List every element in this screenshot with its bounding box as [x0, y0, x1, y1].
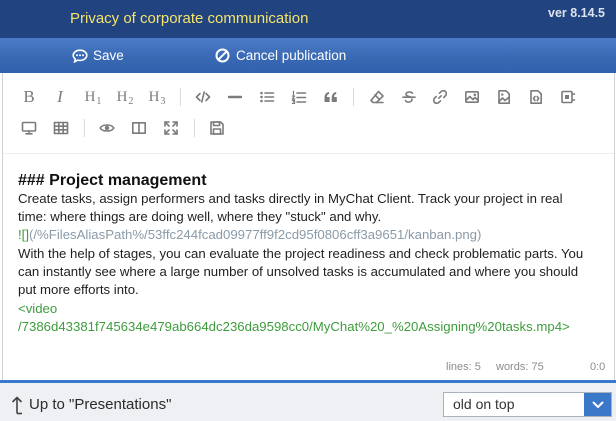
editor-text-line: time: where things are doing well, where…	[18, 209, 382, 225]
toolbar-separator	[84, 119, 85, 137]
link-button[interactable]	[426, 84, 454, 110]
side-by-side-icon	[131, 121, 146, 134]
heading-2-glyph: H	[116, 89, 128, 105]
fullscreen-icon	[164, 121, 178, 135]
word-count: words: 75	[496, 361, 544, 373]
heading-2-icon: H2	[116, 88, 134, 107]
eraser-icon	[370, 90, 384, 104]
toolbar-separator	[353, 88, 354, 106]
toggle-preview-button[interactable]	[93, 115, 121, 141]
quote-button[interactable]	[317, 84, 345, 110]
editor-heading-line: ### Project management	[18, 171, 207, 189]
code-icon	[195, 91, 211, 103]
horizontal-rule-icon	[227, 95, 243, 99]
strikethrough-button[interactable]	[395, 84, 423, 110]
cancel-circle-icon	[215, 48, 230, 63]
heading-1-button[interactable]: H1	[79, 84, 107, 110]
code-button[interactable]	[189, 84, 217, 110]
italic-icon: I	[57, 87, 63, 106]
version-label: ver 8.14.5	[548, 6, 605, 20]
heading-1-glyph: H	[84, 89, 96, 105]
insert-image-button[interactable]	[458, 84, 486, 110]
editor-text-line: can instantly see where a large number o…	[18, 263, 579, 279]
chat-bubble-icon	[72, 48, 88, 63]
save-button-label: Save	[93, 48, 124, 63]
insert-file-button[interactable]	[522, 84, 550, 110]
heading-3-glyph: H	[148, 89, 160, 105]
numbered-list-icon	[291, 90, 307, 104]
cursor-position: 0:0	[590, 361, 606, 373]
toolbar-separator	[194, 119, 195, 137]
chevron-down-icon[interactable]	[584, 393, 611, 416]
page-title: Privacy of corporate communication	[70, 10, 309, 27]
side-by-side-button[interactable]	[125, 115, 153, 141]
heading-2-button[interactable]: H2	[111, 84, 139, 110]
title-bar: Privacy of corporate communication ver 8…	[0, 0, 616, 38]
preview-button[interactable]	[15, 115, 43, 141]
cancel-publication-button[interactable]: Cancel publication	[215, 38, 346, 73]
image-alt-marker: ![]	[18, 227, 29, 243]
strikethrough-icon	[402, 91, 416, 103]
image-url: (/%FilesAliasPath%/53ffc244fcad09977ff9f…	[29, 227, 482, 243]
action-bar: Save Cancel publication	[0, 38, 616, 73]
editor-lines: ### Project management Create tasks, ass…	[18, 172, 583, 337]
editor-text-line: Create tasks, assign performers and task…	[18, 190, 563, 206]
bold-button[interactable]: B	[15, 84, 43, 110]
numbered-list-button[interactable]	[285, 84, 313, 110]
quote-icon	[324, 92, 337, 102]
sort-order-select[interactable]: old on top	[443, 392, 612, 417]
link-icon	[432, 89, 448, 105]
up-link-label: Up to "Presentations"	[29, 396, 172, 413]
up-to-presentations-link[interactable]: Up to "Presentations"	[11, 395, 171, 415]
cancel-button-label: Cancel publication	[236, 48, 347, 63]
footer-bar: Up to "Presentations" old on top	[0, 383, 616, 421]
save-button[interactable]: Save	[72, 38, 124, 73]
heading-1-level: 1	[96, 96, 102, 107]
eraser-button[interactable]	[363, 84, 391, 110]
line-count: lines: 5	[446, 361, 481, 373]
fullscreen-button[interactable]	[157, 115, 185, 141]
editor-status-bar: lines: 5 words: 75 0:0	[3, 354, 614, 380]
bullet-list-icon	[260, 91, 275, 103]
image-markdown-line: ![](/%FilesAliasPath%/53ffc244fcad09977f…	[18, 226, 583, 244]
upload-image-icon	[498, 90, 510, 104]
up-arrow-icon	[11, 396, 23, 415]
eye-icon	[99, 124, 115, 132]
monitor-icon	[21, 121, 37, 135]
video-tag-line: <video	[18, 300, 58, 316]
editor-text-line: put more efforts into.	[18, 282, 139, 298]
editor-text-line: With the help of stages, you can evaluat…	[18, 245, 584, 261]
insert-table-button[interactable]	[47, 115, 75, 141]
image-icon	[464, 90, 479, 103]
video-icon	[561, 90, 576, 104]
file-icon	[530, 90, 542, 104]
upload-image-button[interactable]	[490, 84, 518, 110]
bold-icon: B	[23, 87, 35, 106]
toolbar-separator	[180, 88, 181, 106]
video-tag-line: /7386d43381f745634e479ab664dc236da9598cc…	[18, 318, 570, 334]
save-draft-button[interactable]	[203, 115, 231, 141]
save-icon	[210, 121, 224, 135]
markdown-editor: B I H1 H2 H3 ### Project management Crea…	[2, 73, 615, 380]
heading-3-icon: H3	[148, 88, 166, 107]
heading-3-button[interactable]: H3	[143, 84, 171, 110]
bullet-list-button[interactable]	[253, 84, 281, 110]
heading-2-level: 2	[128, 96, 134, 107]
editor-content[interactable]: ### Project management Create tasks, ass…	[3, 154, 614, 354]
sort-order-value: old on top	[453, 396, 515, 412]
italic-button[interactable]: I	[46, 84, 74, 110]
heading-1-icon: H1	[84, 88, 102, 107]
table-icon	[53, 121, 69, 135]
heading-3-level: 3	[160, 96, 166, 107]
insert-video-button[interactable]	[554, 84, 582, 110]
editor-toolbar: B I H1 H2 H3	[3, 73, 614, 154]
horizontal-rule-button[interactable]	[221, 84, 249, 110]
